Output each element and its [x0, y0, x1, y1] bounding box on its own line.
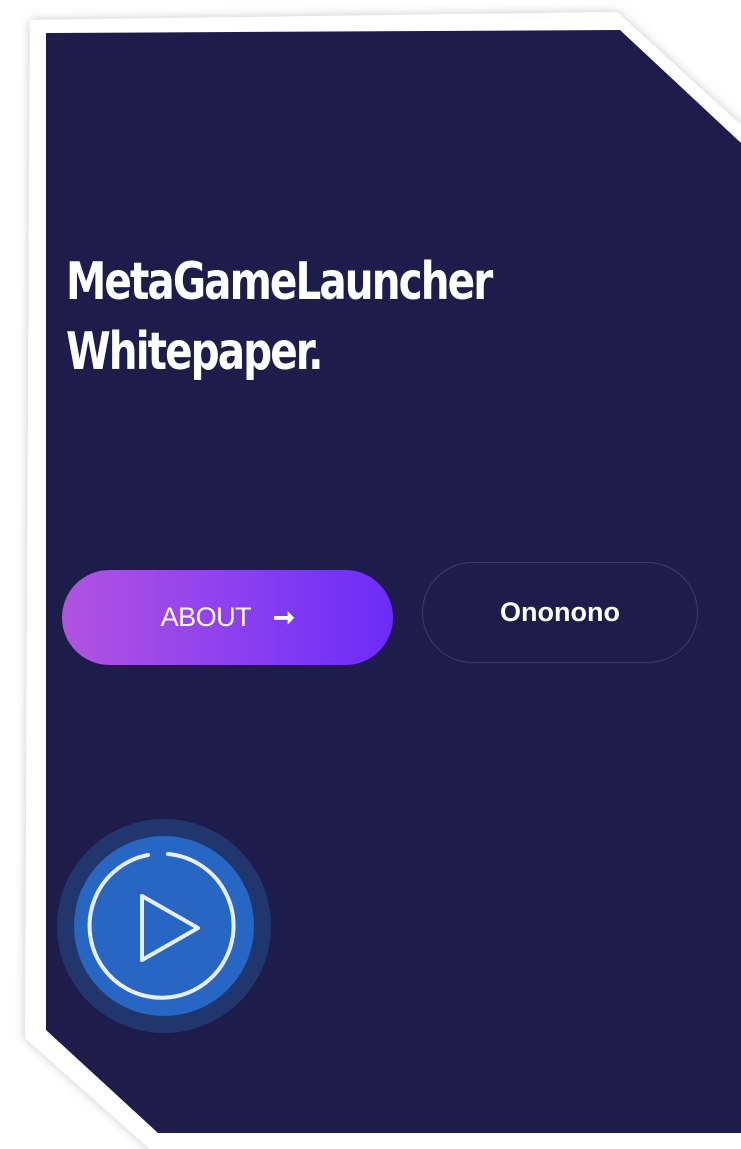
secondary-button[interactable]: Ononono [422, 562, 698, 663]
secondary-button-label: Ononono [500, 597, 620, 627]
arrow-right-icon: ➞ [273, 602, 295, 632]
title-line-2: Whitepaper. [66, 322, 323, 382]
title-line-1: MetaGameLauncher [66, 252, 493, 312]
about-button-label: ABOUT [160, 602, 252, 632]
about-button[interactable]: ABOUT ➞ [62, 570, 393, 665]
play-video-button[interactable] [56, 818, 272, 1034]
play-icon [57, 819, 271, 1033]
page-title: MetaGameLauncher Whitepaper. [66, 247, 493, 387]
